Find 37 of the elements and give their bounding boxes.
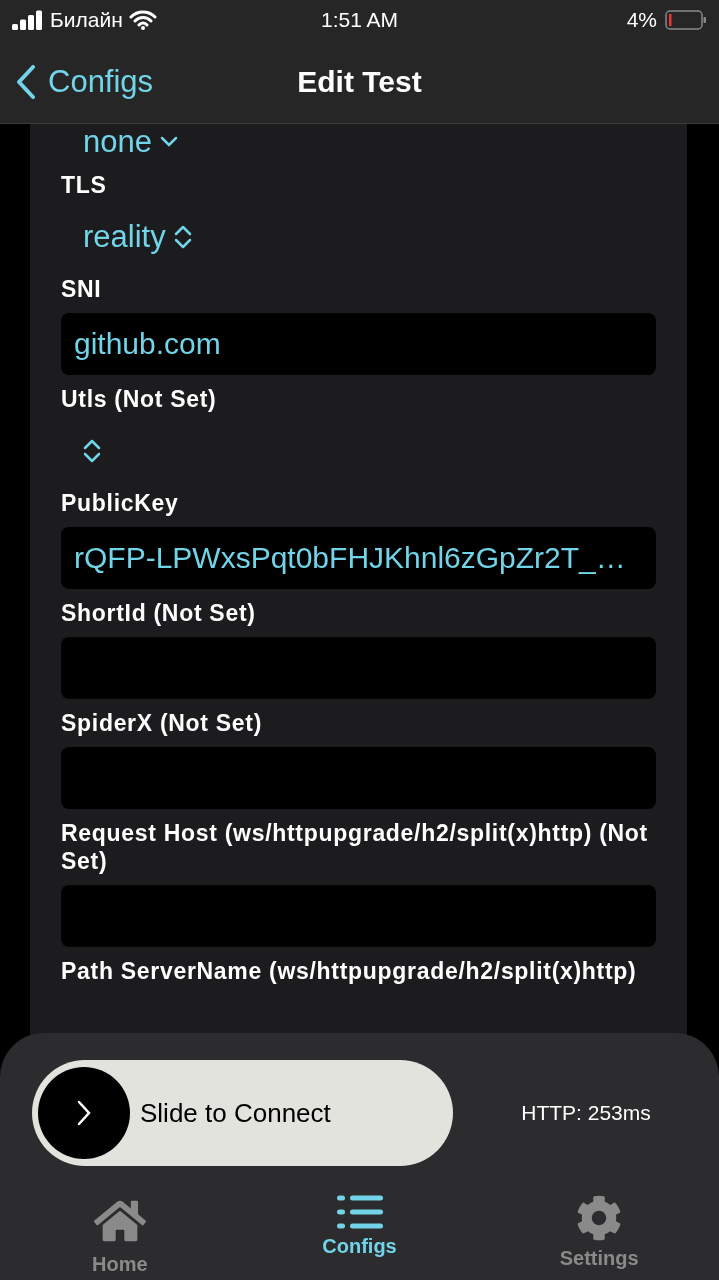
field-label: Path ServerName (ws/httpupgrade/h2/split(x)http) — [61, 957, 638, 985]
battery-percent: 4% — [626, 8, 657, 32]
field-label: SNI — [61, 275, 103, 303]
field-label: Request Host (ws/httpupgrade/h2/split(x)http) (Not Set) — [61, 819, 649, 875]
up-down-chevron-icon — [83, 438, 101, 464]
field-label: Utls (Not Set) — [61, 385, 218, 413]
picker[interactable]: none — [61, 123, 656, 161]
slider-label: Slide to Connect — [140, 1097, 331, 1129]
field-label: PublicKey — [61, 489, 180, 517]
slide-to-connect-slider[interactable]: Slide to Connect — [32, 1060, 453, 1166]
chevron-left-icon — [16, 64, 36, 99]
tab-bar-item[interactable]: Configs — [239, 1195, 480, 1276]
picker[interactable]: reality — [61, 209, 656, 265]
input-field[interactable]: rQFP-LPWxsPqt0bFHJKhnl6zGpZr2T_… — [61, 527, 656, 589]
settings-icon — [576, 1195, 623, 1241]
tab-bar-item[interactable]: Settings — [479, 1195, 719, 1276]
latency-reading: HTTP: 253ms — [520, 1101, 652, 1125]
screen-title: Edit Test — [297, 64, 422, 99]
up-down-chevron-icon — [173, 224, 192, 250]
field-label: TLS — [61, 171, 108, 199]
field-label: ShortId (Not Set) — [61, 599, 257, 627]
carrier-name: Билайн — [50, 8, 123, 32]
chevron-down-icon — [159, 136, 178, 148]
battery-icon — [665, 10, 707, 30]
field-label: SpiderX (Not Set) — [61, 709, 264, 737]
input-field[interactable] — [61, 747, 656, 809]
clock-time: 1:51 AM — [320, 8, 399, 32]
input-field[interactable] — [61, 637, 656, 699]
input-field[interactable]: github.com — [61, 313, 656, 375]
list-icon — [336, 1195, 383, 1229]
slider-knob[interactable] — [38, 1067, 130, 1159]
tab-bar-item[interactable]: Home — [0, 1195, 240, 1276]
chevron-right-icon — [77, 1100, 91, 1126]
wifi-icon — [128, 10, 157, 30]
back-link[interactable]: Configs — [16, 63, 154, 100]
input-field[interactable] — [61, 885, 656, 947]
signal-icon — [12, 10, 44, 30]
